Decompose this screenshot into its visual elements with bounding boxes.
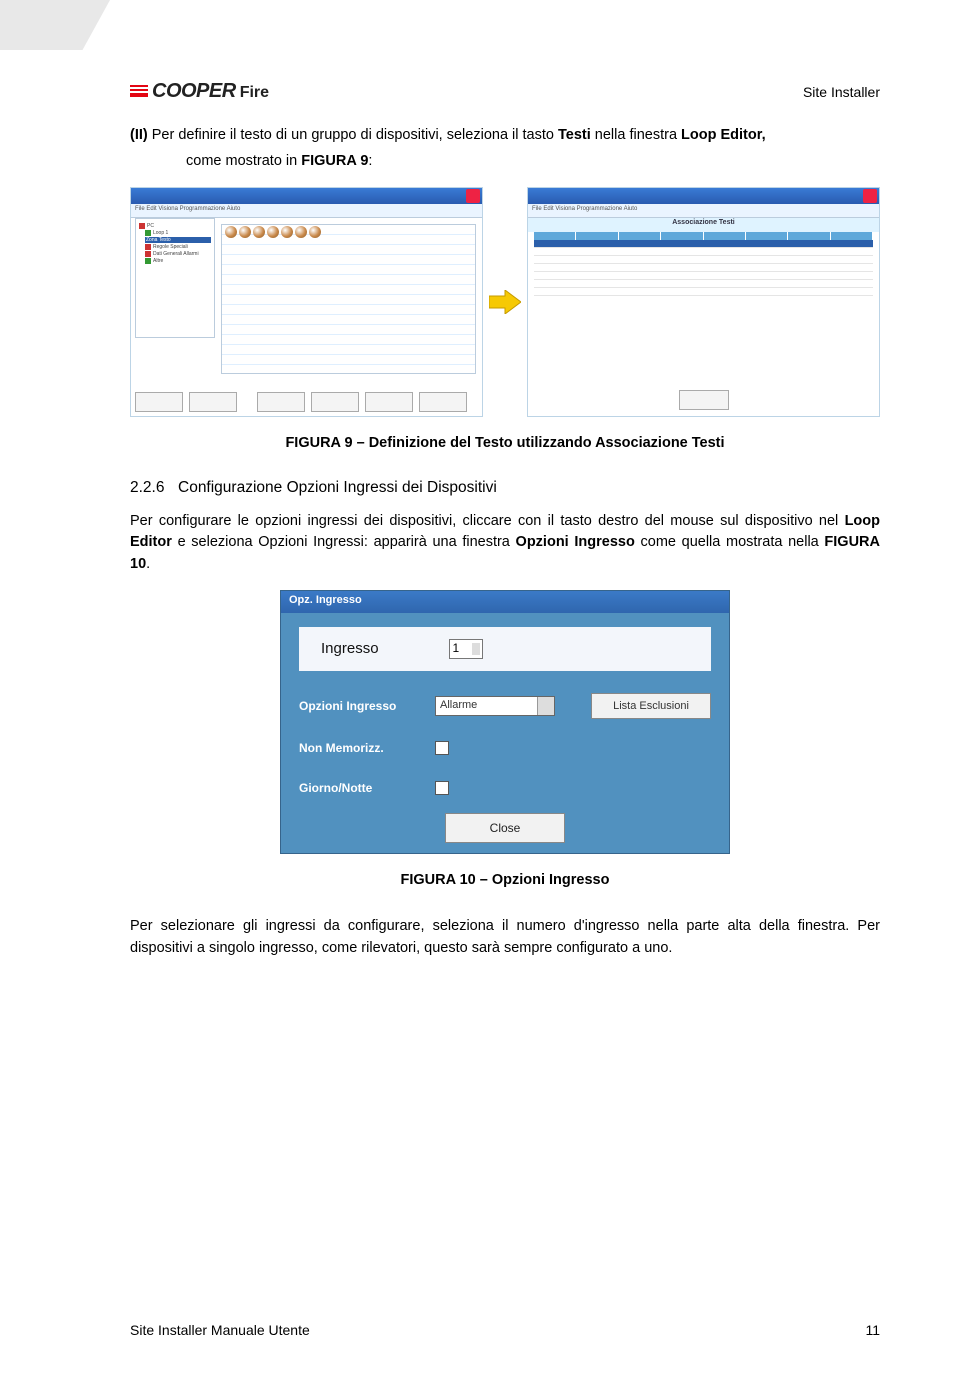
- lista-esclusioni-button[interactable]: Lista Esclusioni: [591, 693, 711, 719]
- non-memorizz-label: Non Memorizz.: [299, 741, 419, 755]
- dialog-head: Ingresso 1: [299, 627, 711, 671]
- btn: [365, 392, 413, 412]
- figure-9-row: File Edit Visiona Programmazione Aiuto P…: [130, 187, 880, 417]
- close-icon: [466, 189, 480, 203]
- logo-brand: COOPER: [152, 80, 236, 103]
- opzioni-ingresso-dialog: Opz. Ingresso Ingresso 1 Opzioni Ingress…: [280, 590, 730, 854]
- figure-9-caption: FIGURA 9 – Definizione del Testo utilizz…: [130, 435, 880, 451]
- figure-10-dialog-wrap: Opz. Ingresso Ingresso 1 Opzioni Ingress…: [130, 590, 880, 854]
- device-icon: [295, 226, 307, 238]
- device-icons: [225, 226, 321, 238]
- non-memorizz-checkbox[interactable]: [435, 741, 449, 755]
- btn: [311, 392, 359, 412]
- section-title: Configurazione Opzioni Ingressi dei Disp…: [178, 479, 497, 496]
- paragraph-1: (II) Per definire il testo di un gruppo …: [130, 125, 880, 147]
- device-icon: [225, 226, 237, 238]
- window-titlebar: [528, 188, 879, 204]
- screenshot-loop-editor: File Edit Visiona Programmazione Aiuto P…: [130, 187, 483, 417]
- figure-10-caption: FIGURA 10 – Opzioni Ingresso: [130, 872, 880, 888]
- giorno-notte-label: Giorno/Notte: [299, 781, 419, 795]
- page: COOPER Fire Site Installer (II) Per defi…: [0, 0, 960, 1378]
- ingresso-label: Ingresso: [321, 640, 379, 657]
- footer-left: Site Installer Manuale Utente: [130, 1322, 310, 1338]
- btn: [135, 392, 183, 412]
- device-icon: [267, 226, 279, 238]
- ingresso-number-input[interactable]: 1: [449, 639, 483, 659]
- device-icon: [239, 226, 251, 238]
- para1-prefix: (II): [130, 127, 152, 143]
- logo-sub: Fire: [240, 84, 269, 102]
- device-icon: [309, 226, 321, 238]
- btn: [189, 392, 237, 412]
- device-icon: [253, 226, 265, 238]
- row-opzioni-ingresso: Opzioni Ingresso Allarme Lista Esclusion…: [299, 693, 711, 719]
- dialog-footer: Close: [299, 813, 711, 843]
- giorno-notte-checkbox[interactable]: [435, 781, 449, 795]
- row-non-memorizz: Non Memorizz.: [299, 741, 711, 755]
- footer-page-number: 11: [865, 1322, 880, 1338]
- brand-logo: COOPER Fire: [130, 80, 269, 103]
- doc-title: Site Installer: [803, 84, 880, 100]
- window-menu: File Edit Visiona Programmazione Aiuto: [528, 204, 879, 218]
- close-icon: [863, 189, 877, 203]
- arrow-right-icon: [489, 290, 521, 314]
- btn: [257, 392, 305, 412]
- page-footer: Site Installer Manuale Utente 11: [130, 1322, 880, 1338]
- opzioni-ingresso-label: Opzioni Ingresso: [299, 699, 419, 713]
- paragraph-3: Per selezionare gli ingressi da configur…: [130, 916, 880, 960]
- btn-chiudi: [679, 390, 729, 410]
- screenshot-associazione-testi: File Edit Visiona Programmazione Aiuto A…: [527, 187, 880, 417]
- assoc-title: Associazione Testi: [528, 218, 879, 232]
- dialog-title: Opz. Ingresso: [281, 591, 729, 613]
- paragraph-1b: come mostrato in FIGURA 9:: [130, 151, 880, 173]
- window-menu: File Edit Visiona Programmazione Aiuto: [131, 204, 482, 218]
- section-heading: 2.2.6Configurazione Opzioni Ingressi dei…: [130, 479, 880, 497]
- row-giorno-notte: Giorno/Notte: [299, 781, 711, 795]
- window-titlebar: [131, 188, 482, 204]
- btn: [419, 392, 467, 412]
- logo-stripes-icon: [130, 85, 148, 97]
- page-header: COOPER Fire Site Installer: [130, 80, 880, 103]
- paragraph-2: Per configurare le opzioni ingressi dei …: [130, 511, 880, 576]
- device-grid: [221, 224, 476, 374]
- section-number: 2.2.6: [130, 479, 178, 497]
- dialog-body: Ingresso 1 Opzioni Ingresso Allarme List…: [281, 613, 729, 853]
- assoc-table: [534, 232, 873, 296]
- tree-panel: PC Loop 1 Zona Testo Regole Speciali Dat…: [135, 218, 215, 338]
- device-icon: [281, 226, 293, 238]
- close-button[interactable]: Close: [445, 813, 565, 843]
- bottom-toolbar: [135, 392, 478, 412]
- opzioni-ingresso-combo[interactable]: Allarme: [435, 696, 555, 716]
